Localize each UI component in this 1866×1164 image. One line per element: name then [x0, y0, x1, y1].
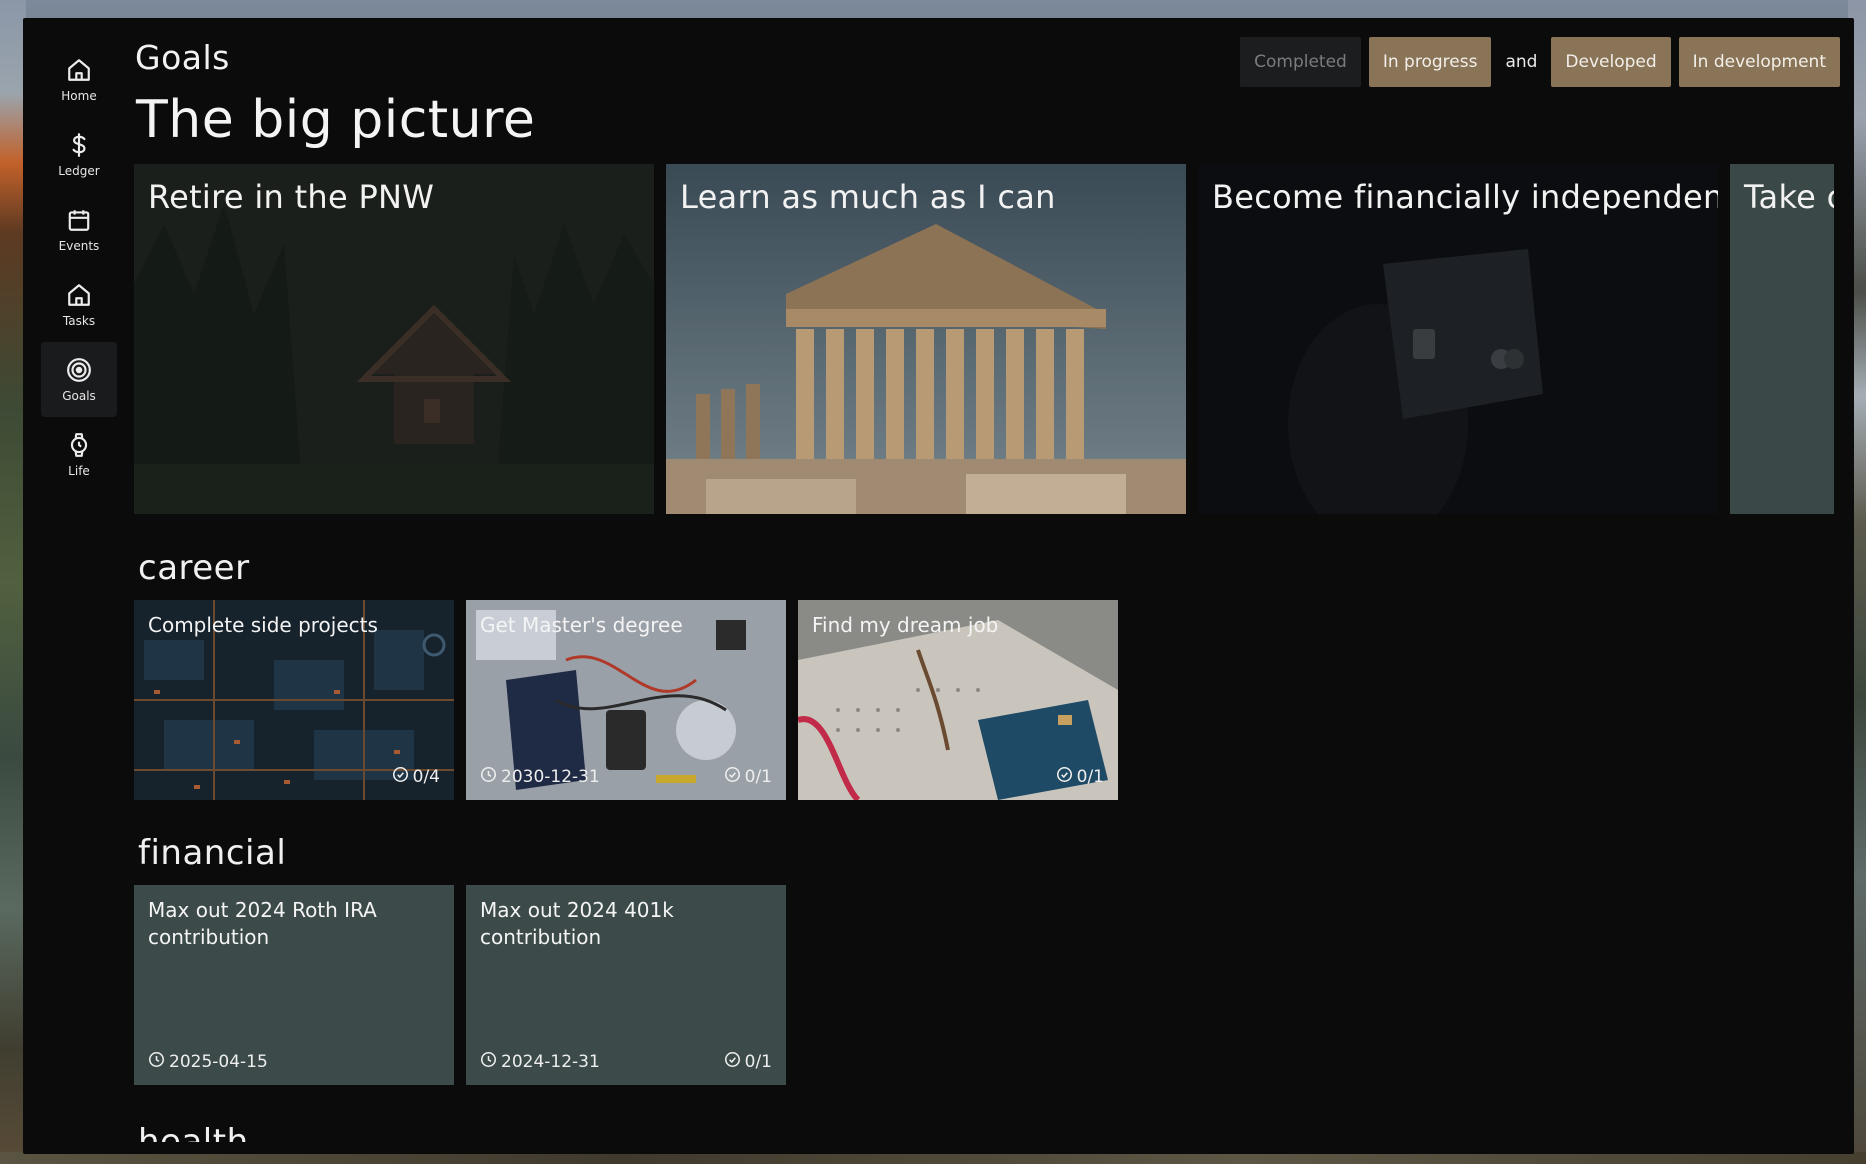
- sidebar-item-label: Ledger: [58, 163, 100, 178]
- goal-progress-value: 0/4: [412, 767, 440, 787]
- big-goal-card[interactable]: Learn as much as I can: [666, 164, 1186, 514]
- app-window: Home Ledger Events Tasks Goals Life Goal…: [23, 18, 1854, 1154]
- goal-card[interactable]: Get Master's degree 2030-12-31 0/1: [466, 600, 786, 800]
- clock-icon: [148, 1051, 165, 1073]
- section-title-health: health: [138, 1122, 249, 1142]
- status-filters: Completed In progress and Developed In d…: [1240, 37, 1840, 87]
- big-goal-card[interactable]: Retire in the PNW: [134, 164, 654, 514]
- sidebar-item-life[interactable]: Life: [41, 417, 117, 492]
- sidebar-item-label: Tasks: [62, 313, 96, 328]
- calendar-icon: [66, 207, 92, 233]
- watch-icon: [66, 432, 92, 458]
- big-picture-carousel: Retire in the PNW Learn as much as I can…: [134, 164, 1834, 514]
- goal-card[interactable]: Find my dream job 0/1: [798, 600, 1118, 800]
- target-icon: [66, 357, 92, 383]
- goal-progress-value: 0/1: [1076, 767, 1104, 787]
- clock-icon: [480, 766, 497, 788]
- goal-progress-value: 0/1: [744, 1052, 772, 1072]
- goal-progress: 0/1: [724, 766, 772, 788]
- forest-cabin-image: [134, 164, 654, 514]
- goal-progress: 0/4: [392, 766, 440, 788]
- big-goal-title: Retire in the PNW: [148, 178, 435, 216]
- goal-progress-value: 0/1: [744, 767, 772, 787]
- check-circle-icon: [724, 766, 741, 788]
- filter-conjunction: and: [1505, 52, 1538, 72]
- sidebar-item-home[interactable]: Home: [41, 42, 117, 117]
- goal-title: Max out 2024 401k contribution: [480, 898, 674, 949]
- home-icon: [66, 57, 92, 83]
- filter-in-progress-button[interactable]: In progress: [1368, 37, 1492, 87]
- check-circle-icon: [1056, 766, 1073, 788]
- parthenon-image: [666, 164, 1186, 514]
- sidebar-item-events[interactable]: Events: [41, 192, 117, 267]
- check-circle-icon: [392, 766, 409, 788]
- goal-title: Get Master's degree: [480, 613, 683, 637]
- big-goal-card[interactable]: Become financially independent: [1198, 164, 1718, 514]
- goal-date-value: 2024-12-31: [501, 1052, 600, 1072]
- page-title: The big picture: [136, 90, 536, 150]
- goal-date-value: 2025-04-15: [169, 1052, 268, 1072]
- goal-title: Find my dream job: [812, 613, 999, 637]
- filter-developed-button[interactable]: Developed: [1551, 37, 1671, 87]
- goal-due-date: 2030-12-31: [480, 766, 600, 788]
- goal-card[interactable]: Max out 2024 401k contribution 2024-12-3…: [466, 885, 786, 1085]
- goal-due-date: 2025-04-15: [148, 1051, 268, 1073]
- goal-progress: 0/1: [724, 1051, 772, 1073]
- goal-progress: 0/1: [1056, 766, 1104, 788]
- big-goal-title: Take c: [1744, 178, 1834, 216]
- goal-title: Complete side projects: [148, 613, 378, 637]
- section-title-career: career: [138, 548, 250, 588]
- page-header: Goals: [135, 38, 230, 77]
- sidebar-item-label: Goals: [62, 388, 96, 403]
- sidebar-item-goals[interactable]: Goals: [41, 342, 117, 417]
- goal-title: Max out 2024 Roth IRA contribution: [148, 898, 377, 949]
- goal-date-value: 2030-12-31: [501, 767, 600, 787]
- sidebar-item-label: Life: [68, 463, 90, 478]
- goal-card[interactable]: Complete side projects 0/4: [134, 600, 454, 800]
- goal-card[interactable]: Max out 2024 Roth IRA contribution 2025-…: [134, 885, 454, 1085]
- clock-icon: [480, 1051, 497, 1073]
- health-section-clip: health: [23, 1118, 1854, 1142]
- sidebar-item-label: Events: [58, 238, 100, 253]
- big-goal-title: Learn as much as I can: [680, 178, 1056, 216]
- dollar-icon: [66, 132, 92, 158]
- big-goal-title: Become financially independent: [1212, 178, 1718, 216]
- sidebar-item-tasks[interactable]: Tasks: [41, 267, 117, 342]
- big-goal-card[interactable]: Take c: [1730, 164, 1834, 514]
- section-title-financial: financial: [138, 833, 287, 873]
- filter-completed-button[interactable]: Completed: [1240, 37, 1361, 87]
- goal-due-date: 2024-12-31: [480, 1051, 600, 1073]
- credit-card-image: [1198, 164, 1718, 514]
- sidebar-item-label: Home: [61, 88, 97, 103]
- home-icon: [66, 282, 92, 308]
- sidebar: Home Ledger Events Tasks Goals Life: [41, 42, 117, 492]
- filter-in-development-button[interactable]: In development: [1678, 37, 1840, 87]
- check-circle-icon: [724, 1051, 741, 1073]
- sidebar-item-ledger[interactable]: Ledger: [41, 117, 117, 192]
